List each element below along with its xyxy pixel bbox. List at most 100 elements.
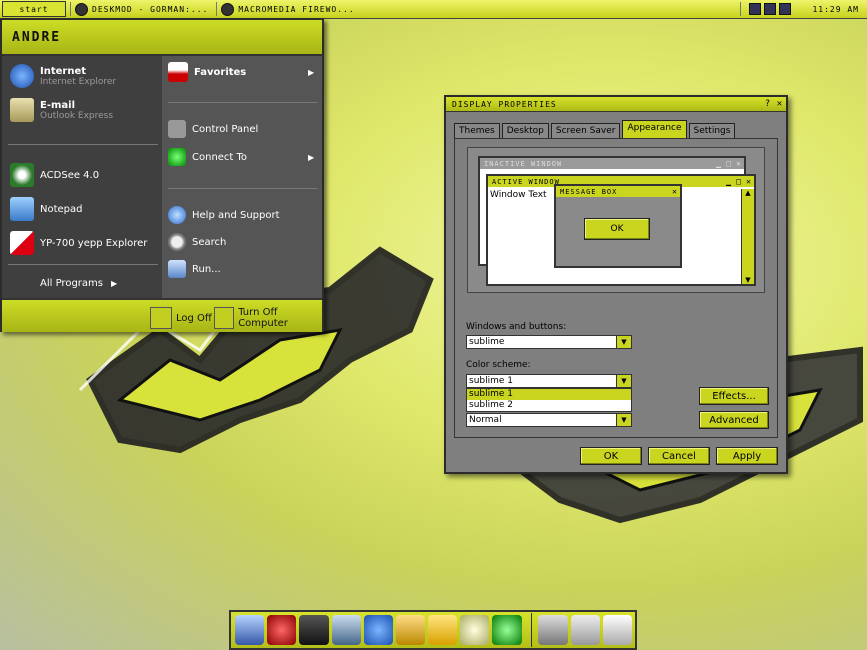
maximize-icon: □	[726, 159, 732, 168]
desktop-icon	[75, 2, 88, 16]
ie-icon	[10, 64, 34, 88]
tab-themes[interactable]: Themes	[454, 123, 500, 139]
pinned-title: Internet	[40, 65, 87, 77]
tab-appearance[interactable]: Appearance	[622, 120, 687, 139]
tab-settings[interactable]: Settings	[688, 123, 736, 139]
dock	[229, 610, 637, 650]
preview-inactive-titlebar: INACTIVE WINDOW ▁ □ ✕	[480, 158, 744, 169]
pencil-icon[interactable]	[395, 615, 426, 645]
chat-icon[interactable]	[460, 615, 490, 645]
network-icon[interactable]	[331, 615, 361, 645]
pinned-internet[interactable]: Internet Internet Explorer	[10, 64, 116, 88]
color-scheme-dropdown-list: sublime 1 sublime 2	[466, 388, 632, 412]
box-icon[interactable]	[570, 615, 600, 645]
color-scheme-option[interactable]: sublime 1	[467, 389, 631, 400]
power-icon	[214, 307, 235, 329]
color-scheme-value: sublime 1	[469, 376, 513, 386]
right-favorites[interactable]: Favorites	[168, 62, 246, 82]
monitor-icon[interactable]	[538, 615, 568, 645]
scroll-down-icon: ▼	[745, 276, 751, 284]
recycle-icon[interactable]	[492, 615, 522, 645]
acdsee-icon	[10, 163, 34, 187]
turn-off-label: Turn Off Computer	[238, 307, 288, 329]
task-label: DESKMOD - GORMAN:...	[92, 4, 209, 14]
pinned-email[interactable]: E-mail Outlook Express	[10, 98, 113, 122]
windows-buttons-value: sublime	[469, 337, 505, 347]
right-label: Favorites	[194, 66, 247, 78]
color-scheme-option[interactable]: sublime 2	[467, 400, 631, 411]
right-label: Search	[192, 236, 227, 248]
close-icon: ✕	[672, 187, 678, 196]
chevron-down-icon: ▼	[616, 336, 631, 348]
log-off-icon	[150, 307, 172, 329]
appearance-panel: INACTIVE WINDOW ▁ □ ✕ ACTIVE WINDOW ▁ □ ✕ Wi…	[454, 138, 778, 438]
ok-button[interactable]: OK	[580, 447, 642, 465]
run-icon	[168, 260, 186, 278]
network-tray-icon[interactable]	[749, 3, 762, 15]
recent-acdsee[interactable]: ACDSee 4.0	[10, 163, 99, 187]
explorer-icon[interactable]	[235, 615, 265, 645]
folder-icon[interactable]	[428, 615, 458, 645]
taskbar: start DESKMOD - GORMAN:... MACROMEDIA FI…	[0, 0, 867, 19]
cancel-button[interactable]: Cancel	[648, 447, 710, 465]
chevron-down-icon: ▼	[616, 414, 631, 426]
effects-button[interactable]: Effects...	[699, 387, 769, 405]
tab-desktop[interactable]: Desktop	[501, 123, 549, 139]
right-control-panel[interactable]: Control Panel	[168, 120, 258, 138]
chevron-right-icon: ▶	[110, 279, 118, 288]
right-search[interactable]: Search	[168, 233, 226, 251]
taskbar-task-deskmod[interactable]: DESKMOD - GORMAN:...	[70, 2, 212, 16]
display-properties-dialog: DISPLAY PROPERTIES ? ✕ Themes Desktop Sc…	[444, 95, 788, 474]
ie-icon[interactable]	[363, 615, 393, 645]
windows-buttons-select[interactable]: sublime ▼	[466, 335, 632, 349]
recent-notepad[interactable]: Notepad	[10, 197, 83, 221]
tools-icon	[168, 120, 186, 138]
clock[interactable]: 11:29 AM	[812, 5, 859, 14]
network-icon	[168, 148, 186, 166]
separator	[8, 264, 158, 265]
tab-screen-saver[interactable]: Screen Saver	[550, 123, 621, 139]
help-button[interactable]: ?	[762, 99, 774, 109]
trash-icon[interactable]	[602, 615, 632, 645]
dialog-titlebar[interactable]: DISPLAY PROPERTIES ? ✕	[446, 97, 786, 112]
font-size-value: Normal	[469, 415, 502, 425]
right-label: Run...	[192, 263, 221, 275]
volume-tray-icon[interactable]	[764, 3, 777, 15]
apply-button[interactable]: Apply	[716, 447, 778, 465]
font-size-select[interactable]: Normal ▼	[466, 413, 632, 427]
preview-active-window: ACTIVE WINDOW ▁ □ ✕ Window Text ▲ ▼ MESSAG…	[486, 174, 756, 286]
film-icon[interactable]	[299, 615, 329, 645]
maximize-icon: □	[736, 177, 742, 186]
start-button[interactable]: start	[2, 1, 66, 17]
close-button[interactable]: ✕	[774, 99, 786, 109]
color-scheme-select[interactable]: sublime 1 ▼	[466, 374, 632, 388]
start-menu-footer: Log Off Turn Off Computer	[2, 298, 322, 332]
minimize-icon: ▁	[716, 159, 722, 168]
pinned-sub: Internet Explorer	[40, 76, 117, 87]
dock-separator	[530, 613, 533, 647]
media-icon[interactable]	[267, 615, 297, 645]
chevron-down-icon: ▼	[616, 375, 631, 387]
search-icon	[168, 233, 186, 251]
right-label: Control Panel	[192, 123, 259, 135]
separator	[168, 188, 318, 189]
taskbar-task-fireworks[interactable]: MACROMEDIA FIREWO...	[216, 2, 358, 16]
active-title: ACTIVE WINDOW	[492, 177, 560, 186]
help-icon	[168, 206, 186, 224]
windows-buttons-label: Windows and buttons:	[466, 322, 567, 332]
right-help[interactable]: Help and Support	[168, 206, 280, 224]
advanced-button[interactable]: Advanced	[699, 411, 769, 429]
display-tray-icon[interactable]	[779, 3, 792, 15]
right-connect-to[interactable]: Connect To	[168, 148, 247, 166]
preview-message-box: MESSAGE BOX ✕ OK	[554, 184, 682, 268]
chevron-right-icon: ▶	[308, 153, 315, 162]
recent-yepp[interactable]: YP-700 yepp Explorer	[10, 231, 147, 255]
all-programs[interactable]: All Programs ▶	[40, 278, 117, 289]
turn-off-button[interactable]: Turn Off Computer	[214, 307, 322, 329]
minimize-icon: ▁	[726, 177, 732, 186]
pinned-title: E-mail	[40, 99, 76, 111]
favorites-icon	[168, 62, 188, 82]
right-run[interactable]: Run...	[168, 260, 221, 278]
log-off-button[interactable]: Log Off	[150, 307, 212, 329]
recent-label: ACDSee 4.0	[40, 169, 100, 181]
